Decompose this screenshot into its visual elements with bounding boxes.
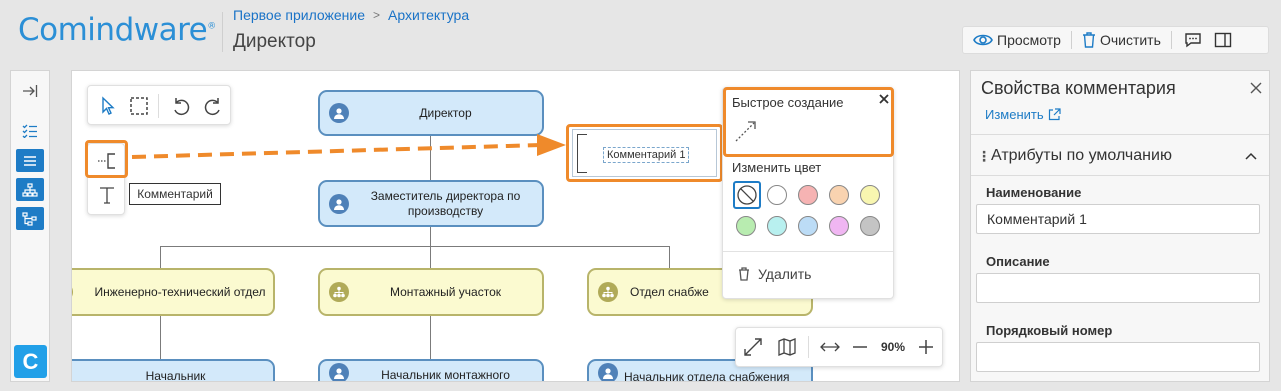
arrow-to-right-icon	[23, 84, 38, 97]
properties-panel: Свойства комментария Изменить ⋮ Атрибуты…	[970, 70, 1270, 382]
description-label: Описание	[986, 254, 1050, 269]
clear-button[interactable]: Очистить	[1072, 27, 1171, 53]
delete-label: Удалить	[758, 266, 812, 282]
properties-title: Свойства комментария	[981, 78, 1176, 98]
no-color-icon	[737, 185, 757, 205]
name-input[interactable]	[976, 204, 1260, 234]
panel-divider	[971, 175, 1269, 176]
panel-divider	[971, 134, 1269, 135]
zoom-in-button[interactable]	[913, 328, 939, 366]
zoom-divider	[808, 336, 809, 358]
comments-button[interactable]	[1172, 27, 1208, 53]
plus-icon	[919, 340, 933, 354]
color-swatch-blue[interactable]	[798, 216, 818, 236]
breadcrumb: Первое приложение > Архитектура	[233, 7, 469, 23]
map-icon	[778, 338, 796, 356]
change-color-label: Изменить цвет	[732, 160, 822, 175]
view-button[interactable]: Просмотр	[963, 27, 1071, 53]
section-header-default-attributes[interactable]: ⋮ Атрибуты по умолчанию	[971, 141, 1269, 171]
org-chart-icon	[22, 182, 38, 197]
comment-bracket	[577, 134, 587, 173]
trash-icon	[739, 267, 749, 281]
close-icon	[1250, 82, 1262, 94]
color-swatch-red[interactable]	[798, 185, 818, 205]
description-input[interactable]	[976, 273, 1260, 303]
org-chart-button[interactable]	[16, 178, 44, 201]
name-label: Наименование	[986, 185, 1082, 200]
diagram-canvas[interactable]: Директор Заместитель директора по произв…	[71, 70, 960, 382]
page-title: Директор	[233, 31, 316, 52]
color-swatch-green[interactable]	[736, 216, 756, 236]
hierarchy-icon	[22, 211, 37, 226]
breadcrumb-architecture-link[interactable]: Архитектура	[388, 7, 469, 23]
hierarchy-button[interactable]	[16, 207, 44, 230]
chat-bubble-icon	[1185, 33, 1201, 48]
header-divider	[222, 12, 223, 52]
color-swatch-orange[interactable]	[829, 185, 849, 205]
delete-button[interactable]: Удалить	[738, 266, 811, 282]
view-button-label: Просмотр	[997, 32, 1061, 48]
chevron-right-icon: >	[373, 8, 381, 22]
minus-icon	[853, 346, 867, 348]
color-swatch-none[interactable]	[733, 181, 761, 209]
checklist-button[interactable]	[16, 119, 44, 142]
clear-button-label: Очистить	[1099, 32, 1161, 48]
zoom-level: 90%	[880, 340, 906, 354]
zoom-toolbar: 90%	[735, 327, 943, 367]
section-title: Атрибуты по умолчанию	[991, 147, 1172, 164]
fit-width-button[interactable]	[813, 328, 847, 366]
horizontal-arrows-icon	[820, 342, 840, 352]
side-panel-icon	[1214, 32, 1232, 48]
expand-icon	[744, 338, 762, 356]
breadcrumb-app-link[interactable]: Первое приложение	[233, 7, 365, 23]
comindware-logo[interactable]: Comindware®	[18, 12, 216, 48]
list-view-button[interactable]	[16, 149, 44, 172]
left-rail: C	[10, 70, 50, 382]
external-link-icon	[1048, 108, 1061, 121]
chevron-up-icon	[1245, 152, 1257, 160]
color-swatch-pink[interactable]	[829, 216, 849, 236]
edit-link[interactable]: Изменить	[985, 107, 1061, 122]
collapse-rail-button[interactable]	[16, 79, 44, 102]
order-number-input[interactable]	[976, 342, 1260, 372]
top-toolbar: Просмотр Очистить	[962, 26, 1269, 54]
list-icon	[24, 155, 36, 166]
comment-text[interactable]: Комментарий 1	[603, 147, 690, 163]
fit-screen-button[interactable]	[736, 328, 770, 366]
edit-link-label: Изменить	[985, 107, 1044, 122]
color-swatch-cyan[interactable]	[767, 216, 787, 236]
highlight-quick-create	[723, 87, 894, 157]
comment-shape[interactable]: Комментарий 1	[572, 129, 717, 177]
drag-handle-icon: ⋮	[977, 148, 991, 164]
color-swatch-gray[interactable]	[860, 216, 880, 236]
order-number-label: Порядковый номер	[986, 323, 1113, 338]
checklist-icon	[22, 124, 37, 138]
minimap-button[interactable]	[770, 328, 804, 366]
panel-divider	[723, 251, 893, 252]
trash-icon	[1082, 32, 1095, 48]
panel-toggle-button[interactable]	[1208, 27, 1238, 53]
color-swatch-yellow[interactable]	[860, 185, 880, 205]
color-swatch-white[interactable]	[767, 185, 787, 205]
close-properties-button[interactable]	[1249, 81, 1263, 95]
eye-icon	[973, 34, 993, 46]
zoom-out-button[interactable]	[847, 328, 873, 366]
comindware-app-icon[interactable]: C	[14, 345, 47, 378]
